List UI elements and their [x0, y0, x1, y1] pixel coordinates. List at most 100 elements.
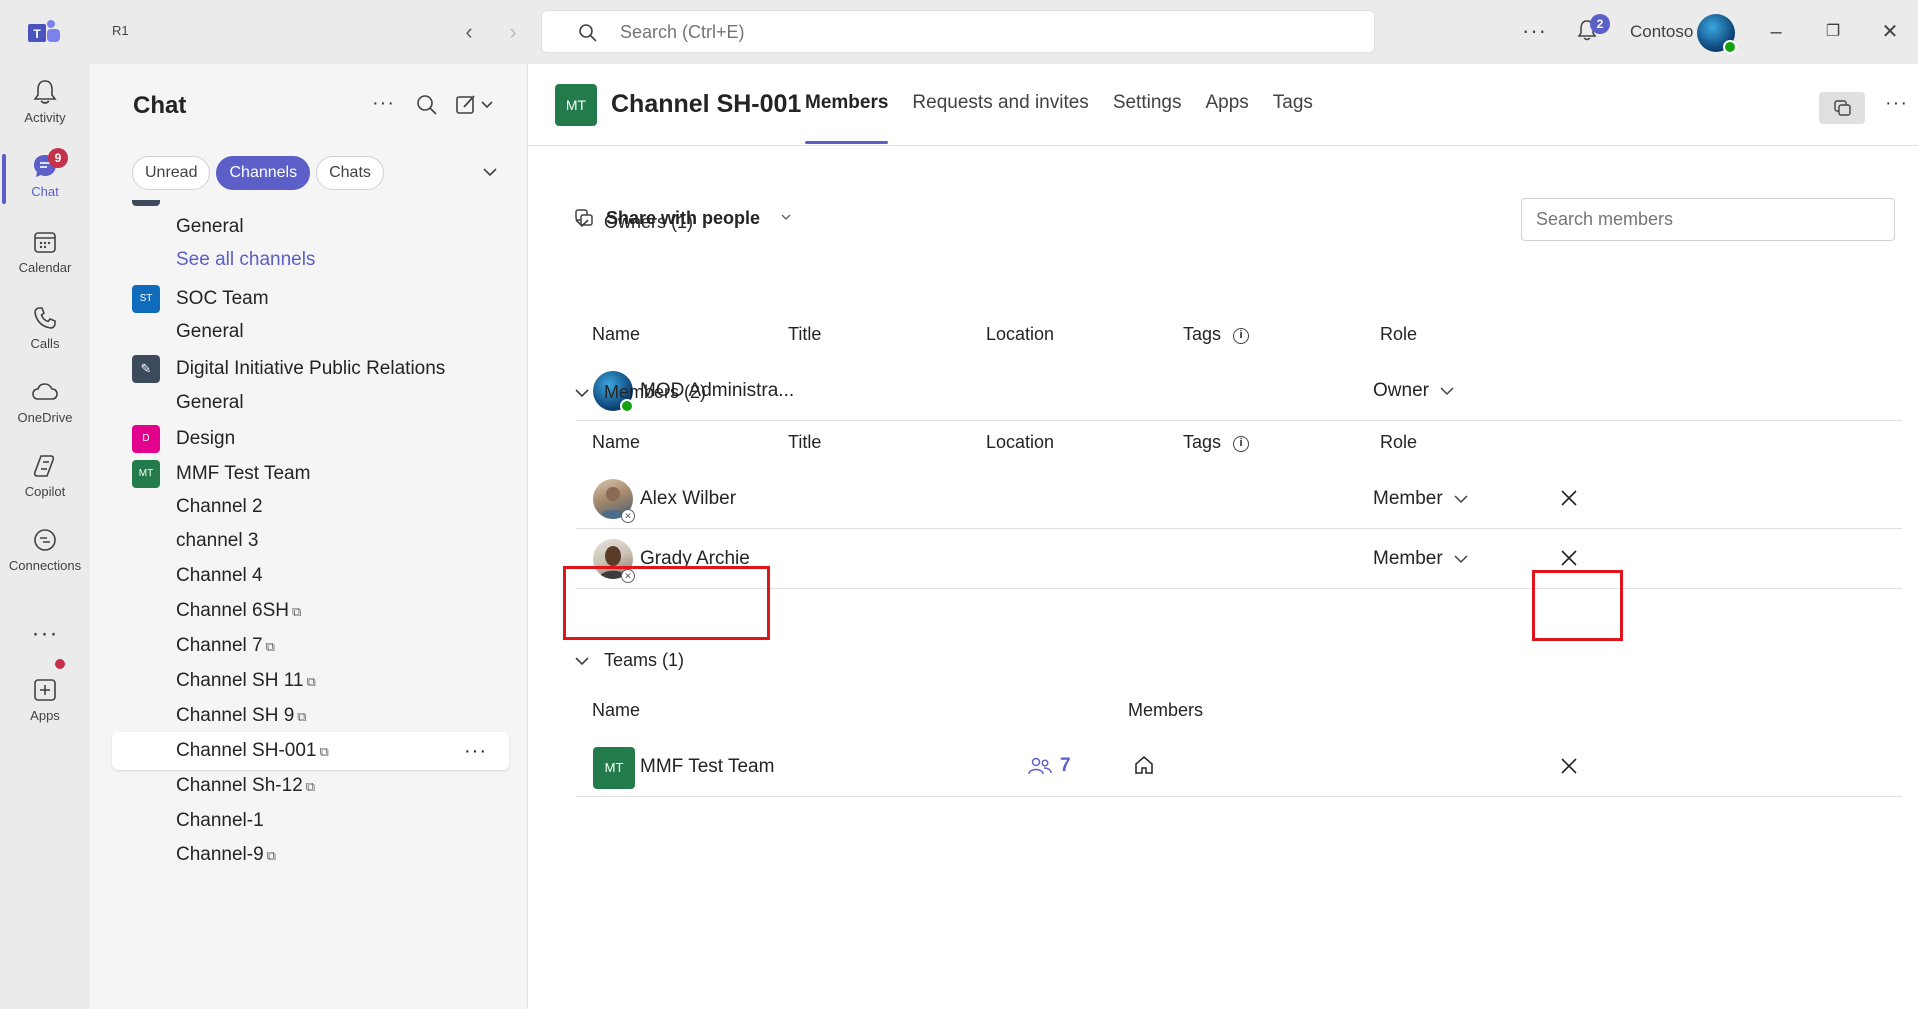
channel-label: Channel SH 9: [176, 705, 295, 726]
search-icon[interactable]: [414, 92, 440, 118]
list-item-channel[interactable]: Channel Sh-12 ⧉: [90, 767, 528, 805]
rail-label: Activity: [24, 110, 66, 125]
more-icon: ···: [31, 620, 59, 647]
channel-header: MT Channel SH-001 Members Requests and i…: [528, 64, 1918, 146]
list-item-team[interactable]: ✎ Digital Initiative Public Relations: [90, 350, 528, 388]
notifications-button[interactable]: 2: [1576, 14, 1610, 44]
more-options-icon[interactable]: ···: [372, 92, 398, 118]
table-row: ✕ Alex Wilber Member: [576, 469, 1902, 529]
column-tags: Tags i: [1183, 432, 1250, 453]
remove-member-icon[interactable]: [1556, 545, 1582, 571]
list-item-channel[interactable]: channel 3: [90, 522, 528, 560]
channel-label: Channel 6SH: [176, 600, 290, 621]
search-members-input[interactable]: [1521, 198, 1895, 241]
rail-calls[interactable]: Calls: [0, 296, 90, 364]
list-item-channel[interactable]: Channel SH 9 ⧉: [90, 697, 528, 735]
share-channel-button[interactable]: [1819, 92, 1865, 124]
filter-channels[interactable]: Channels: [216, 156, 311, 190]
section-title: Owners (1): [604, 212, 694, 232]
channel-label: Channel SH 11: [176, 670, 304, 691]
rail-copilot[interactable]: Copilot: [0, 444, 90, 512]
column-role: Role: [1380, 324, 1418, 344]
owners-section-toggle[interactable]: Owners (1): [574, 212, 693, 233]
rail-onedrive[interactable]: OneDrive: [0, 370, 90, 438]
org-name: Contoso: [1630, 22, 1694, 41]
team-avatar: MT: [593, 747, 635, 789]
role-dropdown[interactable]: Owner: [1373, 380, 1455, 402]
column-members: Members: [1128, 700, 1204, 720]
pane-title: Chat: [133, 92, 187, 119]
rail-label: Copilot: [24, 484, 66, 499]
info-icon[interactable]: i: [1233, 436, 1250, 452]
rail-connections[interactable]: Connections: [0, 518, 90, 586]
members-section-toggle[interactable]: Members (2): [574, 382, 706, 403]
column-name: Name: [592, 432, 641, 452]
list-item-channel[interactable]: Channel-1: [90, 802, 528, 840]
list-item-channel[interactable]: General: [90, 384, 528, 422]
list-item-channel[interactable]: Channel 6SH ⧉: [90, 592, 528, 630]
list-item-channel[interactable]: Channel 4: [90, 557, 528, 595]
close-window-icon[interactable]: ✕: [1878, 20, 1902, 44]
rail-calendar[interactable]: Calendar: [0, 220, 90, 288]
role-value: Member: [1373, 548, 1443, 569]
column-location: Location: [986, 432, 1055, 452]
role-dropdown[interactable]: Member: [1373, 548, 1469, 570]
org-short-label: R1: [112, 23, 129, 38]
filter-chats[interactable]: Chats: [316, 156, 384, 190]
remove-team-icon[interactable]: [1556, 753, 1582, 779]
see-all-channels-link[interactable]: See all channels: [90, 241, 528, 279]
rail-apps[interactable]: Apps: [0, 668, 90, 736]
external-user-icon: ✕: [621, 509, 635, 523]
calendar-icon: [34, 232, 56, 253]
column-role: Role: [1380, 432, 1418, 452]
more-options-icon[interactable]: ···: [1885, 92, 1908, 115]
list-item-team[interactable]: D Design: [90, 420, 528, 458]
rail-more-apps[interactable]: ···: [0, 592, 90, 660]
rail-label: OneDrive: [17, 410, 73, 425]
remove-member-icon[interactable]: [1556, 485, 1582, 511]
table-row: ✕ Grady Archie Member: [576, 529, 1902, 589]
team-member-count[interactable]: 7: [1028, 755, 1071, 777]
column-tags-label: Tags: [1183, 324, 1222, 344]
restore-icon[interactable]: ❐: [1821, 20, 1845, 44]
more-options-icon[interactable]: ···: [1522, 18, 1547, 44]
tab-members[interactable]: Members: [805, 92, 889, 144]
global-search[interactable]: [541, 10, 1375, 53]
home-icon: [1135, 756, 1153, 774]
list-item-channel[interactable]: General: [90, 313, 528, 351]
more-options-icon[interactable]: ···: [464, 740, 487, 763]
role-dropdown[interactable]: Member: [1373, 488, 1469, 510]
list-item-channel[interactable]: Channel SH 11 ⧉: [90, 662, 528, 700]
channel-label: Channel SH-001: [176, 740, 317, 761]
shared-channel-icon: ⧉: [305, 779, 316, 794]
list-item-channel[interactable]: Channel 7 ⧉: [90, 627, 528, 665]
search-input[interactable]: [620, 21, 1320, 43]
teams-section-toggle[interactable]: Teams (1): [574, 650, 684, 671]
rail-chat[interactable]: 9 Chat: [0, 144, 90, 212]
filter-unread[interactable]: Unread: [132, 156, 211, 190]
new-chat-icon[interactable]: [454, 92, 496, 118]
chevron-down-icon: [1440, 387, 1454, 396]
rail-label: Calendar: [18, 260, 72, 275]
chevron-down-icon[interactable]: [482, 166, 498, 178]
shared-channel-icon: ⧉: [319, 744, 329, 759]
minimize-icon[interactable]: –: [1764, 20, 1788, 44]
chat-list-pane: Chat ··· Unread Channels Chats General S…: [90, 64, 528, 1009]
tab-settings[interactable]: Settings: [1113, 92, 1182, 144]
list-item-channel[interactable]: Channel 2: [90, 488, 528, 526]
search-icon: [579, 24, 597, 42]
channel-title: Channel SH-001: [611, 90, 802, 118]
back-arrow-icon[interactable]: ‹: [455, 18, 483, 46]
plus-square-icon: [34, 679, 56, 701]
tab-apps[interactable]: Apps: [1205, 92, 1248, 144]
info-icon[interactable]: i: [1233, 328, 1250, 344]
forward-arrow-icon[interactable]: ›: [499, 18, 527, 46]
user-avatar[interactable]: [1697, 14, 1737, 54]
tab-requests-invites[interactable]: Requests and invites: [912, 92, 1088, 144]
rail-activity[interactable]: Activity: [0, 70, 90, 138]
filter-pills: Unread Channels Chats: [132, 156, 384, 190]
table-row: MOD Administra... Owner: [576, 361, 1902, 421]
list-item-channel-selected[interactable]: Channel SH-001 ⧉ ···: [112, 732, 509, 770]
tab-tags[interactable]: Tags: [1273, 92, 1313, 144]
list-item-channel[interactable]: Channel-9 ⧉: [90, 836, 528, 874]
